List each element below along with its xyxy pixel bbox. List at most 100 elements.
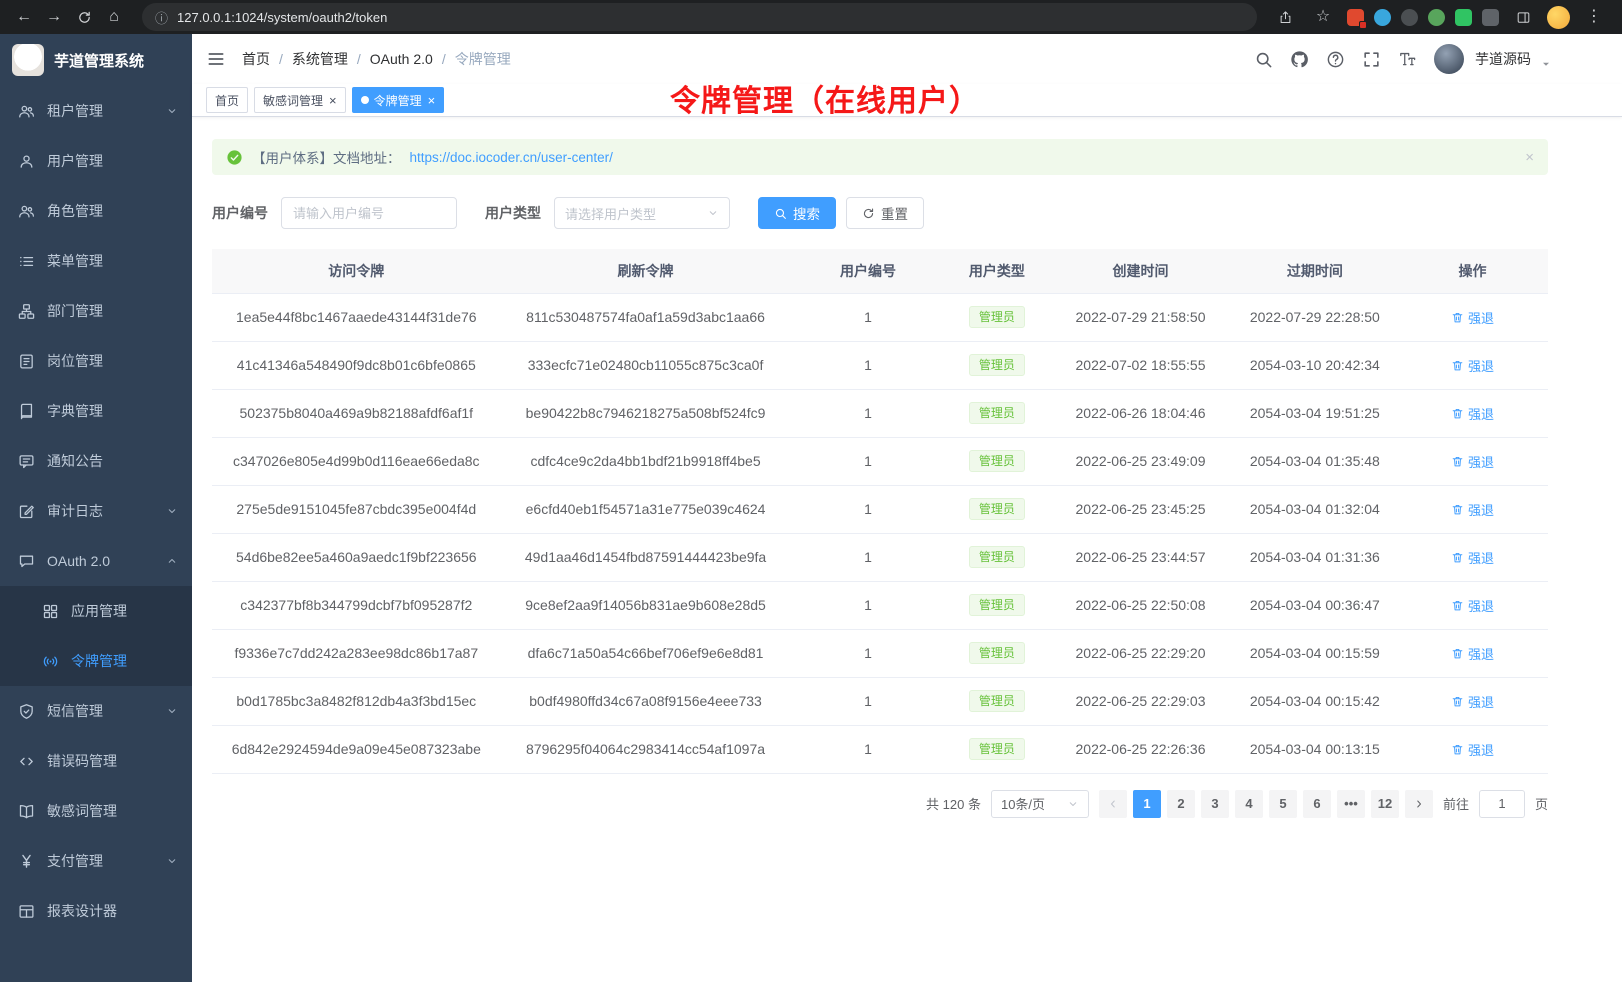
- tab-close-icon[interactable]: ×: [329, 94, 337, 107]
- force-logout-button[interactable]: 强退: [1451, 404, 1494, 423]
- user-id-input[interactable]: [281, 197, 457, 229]
- expire-time-cell: 2054-03-10 20:42:34: [1233, 341, 1397, 389]
- access-token-cell: 502375b8040a469a9b82188afdf6af1f: [212, 389, 501, 437]
- sidebar-item-menu[interactable]: 菜单管理: [0, 236, 192, 286]
- browser-back-button[interactable]: ←: [10, 3, 38, 31]
- breadcrumb-item[interactable]: OAuth 2.0: [370, 51, 433, 67]
- sidebar-toggle-icon[interactable]: [206, 49, 226, 69]
- sidebar-item-oauth2-application[interactable]: 应用管理: [0, 586, 192, 636]
- fullscreen-icon[interactable]: [1362, 50, 1381, 69]
- sidebar-item-sms[interactable]: 短信管理: [0, 686, 192, 736]
- badge-icon: [18, 353, 35, 370]
- search-icon[interactable]: [1254, 50, 1273, 69]
- code-icon: [18, 753, 35, 770]
- breadcrumb-item[interactable]: 首页: [242, 49, 270, 69]
- browser-home-button[interactable]: ⌂: [100, 3, 128, 31]
- page-button-2[interactable]: 2: [1167, 790, 1195, 818]
- search-button[interactable]: 搜索: [758, 197, 836, 229]
- sidebar-item-post[interactable]: 岗位管理: [0, 336, 192, 386]
- user-name[interactable]: 芋道源码: [1475, 49, 1531, 69]
- sidebar-item-notice[interactable]: 通知公告: [0, 436, 192, 486]
- extension-icon[interactable]: [1482, 9, 1499, 26]
- sidebar-item-dict[interactable]: 字典管理: [0, 386, 192, 436]
- pagination-prev-button[interactable]: [1099, 790, 1127, 818]
- sidebar-item-error-code[interactable]: 错误码管理: [0, 736, 192, 786]
- force-logout-button[interactable]: 强退: [1451, 308, 1494, 327]
- force-logout-button[interactable]: 强退: [1451, 548, 1494, 567]
- browser-forward-button[interactable]: →: [40, 3, 68, 31]
- user-type-tag: 管理员: [969, 450, 1025, 472]
- force-logout-button[interactable]: 强退: [1451, 692, 1494, 711]
- sidebar-item-oauth2[interactable]: OAuth 2.0: [0, 536, 192, 586]
- sidebar-item-sensitive-word[interactable]: 敏感词管理: [0, 786, 192, 836]
- doc-link[interactable]: https://doc.iocoder.cn/user-center/: [410, 150, 613, 165]
- sidebar-item-tenant[interactable]: 租户管理: [0, 86, 192, 136]
- extension-icon[interactable]: [1347, 9, 1364, 26]
- browser-menu-icon[interactable]: ⋮: [1580, 3, 1608, 31]
- tab-label: 首页: [215, 92, 239, 109]
- breadcrumb-separator: /: [357, 51, 361, 67]
- browser-profile-avatar[interactable]: [1547, 6, 1570, 29]
- app-logo[interactable]: 芋道管理系统: [0, 34, 192, 86]
- browser-url-bar[interactable]: ⓘ 127.0.0.1:1024/system/oauth2/token: [142, 3, 1257, 31]
- sidebar-item-label: 部门管理: [47, 301, 178, 321]
- sidebar-item-role[interactable]: 角色管理: [0, 186, 192, 236]
- help-icon[interactable]: [1326, 50, 1345, 69]
- table-row: 54d6be82ee5a460a9aedc1f9bf22365649d1aa46…: [212, 533, 1548, 581]
- force-logout-button[interactable]: 强退: [1451, 356, 1494, 375]
- sidebar-item-label: 敏感词管理: [47, 801, 178, 821]
- force-logout-button[interactable]: 强退: [1451, 452, 1494, 471]
- goto-page-input[interactable]: [1479, 790, 1525, 818]
- extension-icon[interactable]: [1374, 9, 1391, 26]
- browser-reload-button[interactable]: [70, 3, 98, 31]
- page-button-3[interactable]: 3: [1201, 790, 1229, 818]
- breadcrumb-item[interactable]: 系统管理: [292, 49, 348, 69]
- reset-button[interactable]: 重置: [846, 197, 924, 229]
- pager: 123456•••12: [1099, 790, 1433, 818]
- force-logout-button[interactable]: 强退: [1451, 596, 1494, 615]
- sidebar-item-pay[interactable]: 支付管理: [0, 836, 192, 886]
- sidebar-item-label: 字典管理: [47, 401, 178, 421]
- column-header: 创建时间: [1048, 249, 1232, 293]
- pagination-ellipsis[interactable]: •••: [1337, 790, 1365, 818]
- alert-close-icon[interactable]: ×: [1525, 149, 1534, 166]
- url-text: 127.0.0.1:1024/system/oauth2/token: [177, 10, 387, 25]
- sidebar-item-report-designer[interactable]: 报表设计器: [0, 886, 192, 936]
- tab-token[interactable]: 令牌管理×: [352, 87, 445, 113]
- sidebar-item-audit-log[interactable]: 审计日志: [0, 486, 192, 536]
- force-logout-button[interactable]: 强退: [1451, 500, 1494, 519]
- extensions-puzzle-icon[interactable]: [1455, 9, 1472, 26]
- sidebar-item-dept[interactable]: 部门管理: [0, 286, 192, 336]
- access-token-cell: b0d1785bc3a8482f812db4a3f3bd15ec: [212, 677, 501, 725]
- sidebar-item-user[interactable]: 用户管理: [0, 136, 192, 186]
- expire-time-cell: 2022-07-29 22:28:50: [1233, 293, 1397, 341]
- pagination-next-button[interactable]: [1405, 790, 1433, 818]
- column-header: 访问令牌: [212, 249, 501, 293]
- github-icon[interactable]: [1290, 50, 1309, 69]
- sidebar-item-oauth2-token[interactable]: 令牌管理: [0, 636, 192, 686]
- tab-close-icon[interactable]: ×: [428, 94, 436, 107]
- bookmark-star-icon[interactable]: ☆: [1309, 3, 1337, 31]
- page-button-4[interactable]: 4: [1235, 790, 1263, 818]
- extension-icon[interactable]: [1401, 9, 1418, 26]
- trash-icon: [1451, 551, 1464, 564]
- force-logout-button[interactable]: 强退: [1451, 644, 1494, 663]
- page-size-select[interactable]: 10条/页: [991, 790, 1089, 818]
- font-size-icon[interactable]: [1398, 50, 1417, 69]
- tags-view: 首页敏感词管理×令牌管理×: [192, 84, 1622, 117]
- site-info-icon[interactable]: ⓘ: [155, 8, 168, 27]
- expire-time-cell: 2054-03-04 01:35:48: [1233, 437, 1397, 485]
- side-panel-icon[interactable]: [1509, 3, 1537, 31]
- page-button-1[interactable]: 1: [1133, 790, 1161, 818]
- extension-icon[interactable]: [1428, 9, 1445, 26]
- tab-home[interactable]: 首页: [206, 87, 248, 113]
- user-type-tag: 管理员: [969, 498, 1025, 520]
- tab-sensitive-word[interactable]: 敏感词管理×: [254, 87, 346, 113]
- force-logout-button[interactable]: 强退: [1451, 740, 1494, 759]
- user-type-select[interactable]: 请选择用户类型: [554, 197, 730, 229]
- page-button-6[interactable]: 6: [1303, 790, 1331, 818]
- user-avatar[interactable]: [1434, 44, 1464, 74]
- share-icon[interactable]: [1271, 3, 1299, 31]
- page-button-12[interactable]: 12: [1371, 790, 1399, 818]
- page-button-5[interactable]: 5: [1269, 790, 1297, 818]
